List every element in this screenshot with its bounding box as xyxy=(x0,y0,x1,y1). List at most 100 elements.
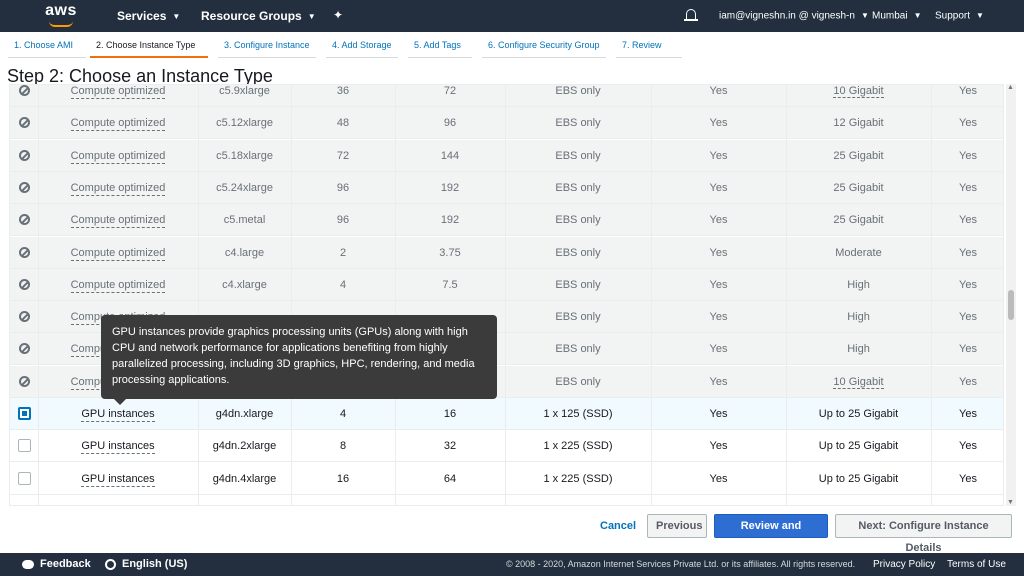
region-menu[interactable]: Mumbai ▼ xyxy=(872,0,922,32)
family-cell: Compute optimized xyxy=(38,140,198,172)
instance-type-table: Compute optimized c5.9xlarge 36 72 EBS only Y… xyxy=(9,84,1004,506)
memory-cell: 16 xyxy=(443,408,457,420)
tab-add-tags[interactable]: 5. Add Tags xyxy=(408,32,472,58)
table-row[interactable]: GPU instances g4dn.xlarge 4 16 1 x 125 (SSD)… xyxy=(10,398,1003,430)
column-divider xyxy=(395,85,396,505)
unavailable-icon xyxy=(18,278,30,290)
table-row: Compute optimized c5.9xlarge 36 72 EBS only Y… xyxy=(10,85,1003,107)
network-performance-link[interactable]: 10 Gigabit xyxy=(833,375,884,389)
terms-of-use-link[interactable]: Terms of Use xyxy=(947,553,1006,576)
instance-family-link[interactable]: Compute optimized xyxy=(70,213,166,229)
family-cell: GPU instances xyxy=(38,463,198,495)
memory-cell: 32 xyxy=(443,440,457,453)
tab-choose-instance-type[interactable]: 2. Choose Instance Type xyxy=(90,32,208,58)
unavailable-icon xyxy=(18,375,30,387)
tooltip-text: GPU instances provide graphics processin… xyxy=(112,326,475,386)
table-row: Compute optimized c5.metal 96 192 EBS only Ye… xyxy=(10,204,1003,237)
previous-button[interactable]: Previous xyxy=(647,514,707,538)
network-performance-cell: High xyxy=(847,343,870,356)
tab-configure-security-group[interactable]: 6. Configure Security Group xyxy=(482,32,606,58)
vcpus-cell: 36 xyxy=(336,85,350,97)
storage-cell: 1 x 125 (SSD) xyxy=(543,408,613,420)
user-menu[interactable]: iam@vigneshn.in @ vignesh-n ▼ xyxy=(719,0,869,32)
vcpus-cell: 16 xyxy=(336,472,350,485)
ebs-optimized-cell: Yes xyxy=(709,375,728,388)
memory-cell: 144 xyxy=(440,149,460,162)
chevron-down-icon: ▼ xyxy=(172,11,181,21)
language-selector[interactable]: English (US) xyxy=(105,553,187,576)
instance-family-link[interactable]: Compute optimized xyxy=(70,246,166,261)
storage-cell: EBS only xyxy=(555,246,601,259)
table-row[interactable]: GPU instances g4dn.4xlarge 16 64 1 x 225 (SS… xyxy=(10,462,1003,495)
row-select-checkbox[interactable] xyxy=(17,407,31,420)
scrollbar-thumb[interactable] xyxy=(1008,290,1014,320)
instance-family-link[interactable]: Compute optimized xyxy=(70,181,166,196)
scroll-down-icon[interactable]: ▼ xyxy=(1007,499,1014,506)
next-configure-instance-details-button[interactable]: Next: Configure Instance Details xyxy=(835,514,1012,554)
resource-groups-menu[interactable]: Resource Groups ▼ xyxy=(201,0,316,32)
type-cell: c4.xlarge xyxy=(222,278,267,291)
ebs-optimized-cell: Yes xyxy=(709,149,728,162)
select-cell xyxy=(10,366,38,398)
instance-family-link[interactable]: Compute optimized xyxy=(70,278,166,293)
services-menu[interactable]: Services ▼ xyxy=(117,0,180,32)
tab-choose-ami[interactable]: 1. Choose AMI xyxy=(8,32,86,58)
scroll-up-icon[interactable]: ▲ xyxy=(1007,84,1014,91)
network-performance-link[interactable]: 10 Gigabit xyxy=(833,85,884,98)
instance-family-link[interactable]: GPU instances xyxy=(81,439,155,455)
instance-family-link[interactable]: Compute optimized xyxy=(70,149,166,164)
storage-cell: EBS only xyxy=(555,149,601,162)
cancel-button[interactable]: Cancel xyxy=(594,514,642,538)
type-cell: c5.24xlarge xyxy=(216,181,273,194)
tab-add-storage[interactable]: 4. Add Storage xyxy=(326,32,398,58)
unavailable-icon xyxy=(18,311,30,323)
memory-cell: 64 xyxy=(443,472,457,485)
column-divider xyxy=(786,85,787,505)
unavailable-icon xyxy=(18,117,30,129)
ipv6-cell: Yes xyxy=(959,311,977,324)
bell-icon[interactable] xyxy=(684,9,698,21)
ipv6-cell: Yes xyxy=(959,278,977,291)
network-performance-cell: 10 Gigabit xyxy=(786,366,931,398)
unavailable-icon xyxy=(18,85,30,96)
feedback-label: Feedback xyxy=(40,558,91,570)
network-performance-cell: Up to 25 Gigabit xyxy=(818,440,899,453)
row-select-checkbox[interactable] xyxy=(17,471,31,485)
storage-cell: EBS only xyxy=(555,278,601,291)
review-and-launch-button[interactable]: Review and Launch xyxy=(714,514,828,554)
language-label: English (US) xyxy=(122,558,188,570)
top-navigation-bar: aws Services ▼ Resource Groups ▼ ✦ iam@vig… xyxy=(0,0,1024,32)
table-scrollbar[interactable]: ▲ ▼ xyxy=(1006,84,1016,506)
storage-cell: EBS only xyxy=(555,85,601,97)
type-cell: g4dn.xlarge xyxy=(215,408,274,420)
ebs-optimized-cell: Yes xyxy=(709,343,728,356)
ipv6-cell: Yes xyxy=(959,408,977,420)
table-row[interactable]: GPU instances g4dn.2xlarge 8 32 1 x 225 (SSD… xyxy=(10,430,1003,463)
support-menu[interactable]: Support ▼ xyxy=(935,0,984,32)
region-label: Mumbai xyxy=(872,10,908,22)
instance-family-link[interactable]: GPU instances xyxy=(81,407,155,422)
storage-cell: EBS only xyxy=(555,375,601,388)
memory-cell: 96 xyxy=(443,117,457,130)
storage-cell: 1 x 225 (SSD) xyxy=(543,472,613,485)
type-cell: c5.12xlarge xyxy=(216,117,273,130)
ipv6-cell: Yes xyxy=(959,214,977,227)
chevron-down-icon: ▼ xyxy=(860,11,869,20)
instance-family-link[interactable]: Compute optimized xyxy=(70,116,166,132)
row-select-checkbox[interactable] xyxy=(17,439,31,453)
aws-logo[interactable]: aws xyxy=(44,3,78,28)
instance-family-link[interactable]: Compute optimized xyxy=(70,85,166,99)
select-cell xyxy=(10,204,38,236)
tab-configure-instance[interactable]: 3. Configure Instance xyxy=(218,32,316,58)
instance-family-link[interactable]: GPU instances xyxy=(81,472,155,487)
vcpus-cell: 48 xyxy=(336,117,350,130)
feedback-link[interactable]: Feedback xyxy=(22,553,91,576)
ebs-optimized-cell: Yes xyxy=(709,85,728,97)
pin-icon[interactable]: ✦ xyxy=(333,8,343,22)
ipv6-cell: Yes xyxy=(959,440,977,453)
privacy-policy-link[interactable]: Privacy Policy xyxy=(873,553,935,576)
tab-review[interactable]: 7. Review xyxy=(616,32,682,58)
services-label: Services xyxy=(117,9,167,23)
type-cell: c5.9xlarge xyxy=(219,85,270,97)
vcpus-cell: 4 xyxy=(339,278,347,291)
